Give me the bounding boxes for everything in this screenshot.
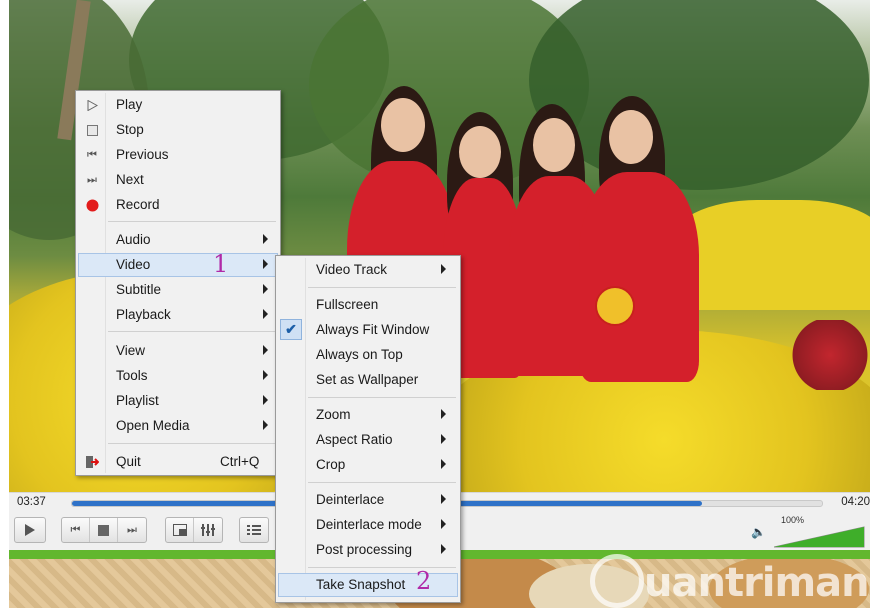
submenu-arrow-icon <box>263 234 268 244</box>
play-button[interactable] <box>14 517 46 543</box>
speaker-icon[interactable]: 🔈 <box>751 525 766 539</box>
red-flowers <box>790 320 870 390</box>
menu-item-previous[interactable]: ⏮ Previous <box>78 143 278 167</box>
video-submenu: Video Track Fullscreen ✔ Always Fit Wind… <box>275 255 461 603</box>
submenu-arrow-icon <box>441 409 446 419</box>
previous-icon: ⏮ <box>70 523 81 536</box>
menu-separator <box>108 331 276 332</box>
submenu-arrow-icon <box>441 519 446 529</box>
menu-separator <box>108 443 276 444</box>
submenu-arrow-icon <box>441 264 446 274</box>
stop-icon <box>82 121 102 139</box>
quit-shortcut: Ctrl+Q <box>220 454 260 469</box>
submenu-arrow-icon <box>263 309 268 319</box>
menu-item-always-on-top[interactable]: Always on Top <box>278 343 458 367</box>
submenu-arrow-icon <box>263 345 268 355</box>
fullscreen-icon <box>172 524 187 536</box>
submenu-arrow-icon <box>441 494 446 504</box>
quit-icon <box>82 453 102 471</box>
menu-item-quit[interactable]: Quit Ctrl+Q <box>78 450 278 474</box>
elapsed-time: 03:37 <box>17 496 46 508</box>
menu-item-deinterlace-mode[interactable]: Deinterlace mode <box>278 513 458 537</box>
fullscreen-button[interactable] <box>166 518 194 542</box>
menu-item-set-as-wallpaper[interactable]: Set as Wallpaper <box>278 368 458 392</box>
menu-item-playback[interactable]: Playback <box>78 303 278 327</box>
menu-item-video-track[interactable]: Video Track <box>278 258 458 282</box>
menu-item-audio[interactable]: Audio <box>78 228 278 252</box>
submenu-arrow-icon <box>263 420 268 430</box>
submenu-arrow-icon <box>441 544 446 554</box>
checkmark-icon: ✔ <box>280 319 302 340</box>
playlist-group <box>239 517 269 543</box>
menu-item-play[interactable]: Play <box>78 93 278 117</box>
menu-item-subtitle[interactable]: Subtitle <box>78 278 278 302</box>
equalizer-icon <box>201 524 215 536</box>
play-icon <box>82 96 102 114</box>
submenu-arrow-icon <box>263 395 268 405</box>
menu-item-deinterlace[interactable]: Deinterlace <box>278 488 458 512</box>
submenu-arrow-icon <box>263 259 268 269</box>
playlist-icon <box>247 525 261 535</box>
menu-separator <box>308 567 456 568</box>
watermark-logo-icon <box>590 554 644 608</box>
record-icon <box>82 196 102 214</box>
menu-item-zoom[interactable]: Zoom <box>278 403 458 427</box>
menu-item-tools[interactable]: Tools <box>78 364 278 388</box>
play-icon <box>25 524 35 536</box>
menu-item-stop[interactable]: Stop <box>78 118 278 142</box>
menu-item-record[interactable]: Record <box>78 193 278 217</box>
menu-separator <box>308 482 456 483</box>
submenu-arrow-icon <box>263 370 268 380</box>
menu-item-post-processing[interactable]: Post processing <box>278 538 458 562</box>
stop-icon <box>98 524 109 536</box>
menu-item-always-fit-window[interactable]: ✔ Always Fit Window <box>278 318 458 342</box>
submenu-arrow-icon <box>441 459 446 469</box>
volume-percent: 100% <box>781 515 805 525</box>
transport-group: ⏮ ⏭ <box>61 517 147 543</box>
view-group <box>165 517 223 543</box>
menu-item-playlist[interactable]: Playlist <box>78 389 278 413</box>
menu-item-fullscreen[interactable]: Fullscreen <box>278 293 458 317</box>
total-time: 04:20 <box>841 496 870 508</box>
menu-item-aspect-ratio[interactable]: Aspect Ratio <box>278 428 458 452</box>
menu-item-video[interactable]: Video <box>78 253 278 277</box>
menu-item-crop[interactable]: Crop <box>278 453 458 477</box>
lantern-ornament <box>595 286 635 326</box>
playlist-button[interactable] <box>240 518 268 542</box>
next-button[interactable]: ⏭ <box>118 518 146 542</box>
context-menu: Play Stop ⏮ Previous ⏭ Next Record Audio… <box>75 90 281 476</box>
stop-button[interactable] <box>90 518 118 542</box>
previous-button[interactable]: ⏮ <box>62 518 90 542</box>
extended-settings-button[interactable] <box>194 518 222 542</box>
step-marker-2: 2 <box>416 567 432 595</box>
next-icon: ⏭ <box>87 173 97 186</box>
menu-item-open-media[interactable]: Open Media <box>78 414 278 438</box>
step-marker-1: 1 <box>213 250 229 278</box>
next-icon: ⏭ <box>127 523 137 536</box>
menu-separator <box>108 221 276 222</box>
watermark-text: uantrimang <box>644 560 870 606</box>
volume-slider[interactable] <box>774 526 866 548</box>
submenu-arrow-icon <box>441 434 446 444</box>
menu-separator <box>308 287 456 288</box>
menu-separator <box>308 397 456 398</box>
submenu-arrow-icon <box>263 284 268 294</box>
previous-icon: ⏮ <box>87 148 97 161</box>
menu-item-next[interactable]: ⏭ Next <box>78 168 278 192</box>
menu-item-view[interactable]: View <box>78 339 278 363</box>
